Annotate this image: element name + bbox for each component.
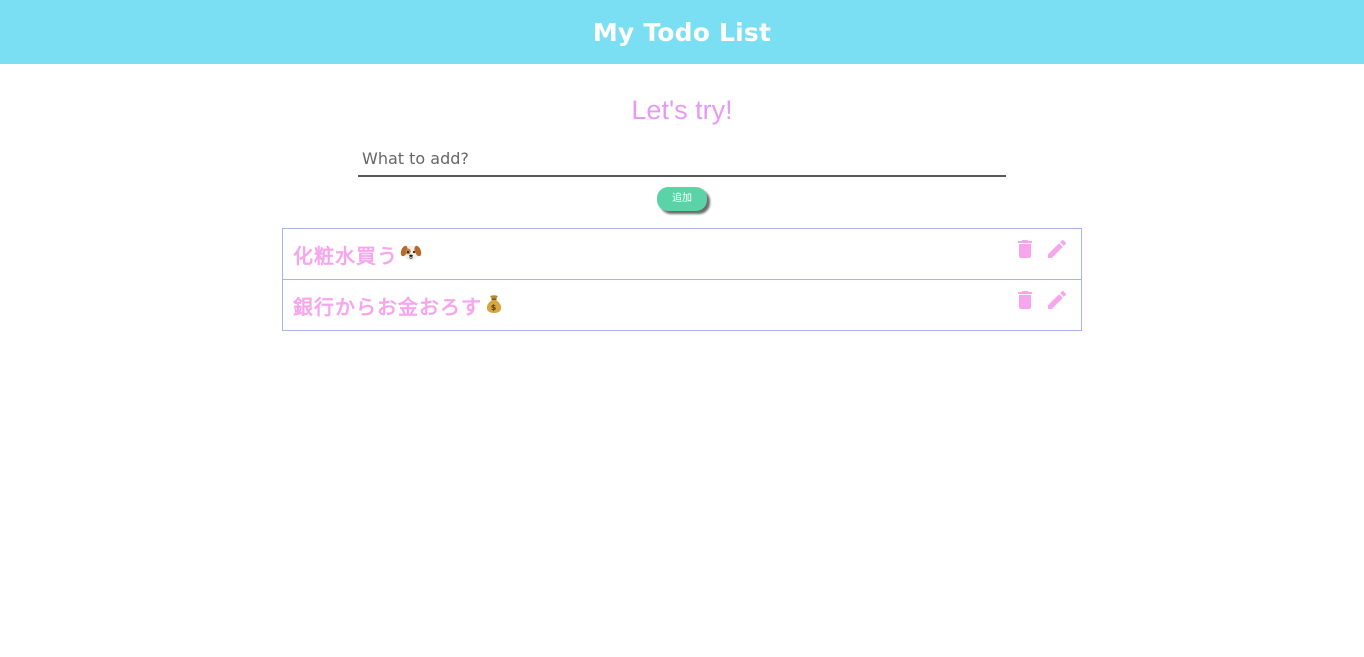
pencil-icon[interactable]	[1045, 288, 1069, 312]
trash-icon[interactable]	[1013, 288, 1037, 312]
todo-item-text-wrap: 化粧水買う	[293, 240, 422, 269]
pencil-icon[interactable]	[1045, 237, 1069, 261]
add-button-row: 追加	[0, 186, 1364, 211]
app-header: My Todo List	[0, 0, 1364, 64]
page-subtitle: Let's try!	[631, 95, 733, 125]
money-bag-icon: $	[484, 292, 504, 319]
todo-item: 銀行からお金おろす $	[282, 279, 1082, 331]
input-container	[358, 142, 1006, 177]
trash-icon[interactable]	[1013, 237, 1037, 261]
svg-text:$: $	[491, 303, 498, 312]
todo-item-actions	[1013, 288, 1069, 312]
todo-list: 化粧水買う 銀行からお金おろす $	[282, 228, 1082, 331]
todo-item-text-wrap: 銀行からお金おろす $	[293, 291, 504, 320]
todo-item-actions	[1013, 237, 1069, 261]
todo-input[interactable]	[358, 142, 1006, 177]
add-button[interactable]: 追加	[657, 187, 707, 211]
dog-face-icon	[400, 241, 422, 268]
todo-item-text: 銀行からお金おろす	[293, 294, 482, 319]
todo-item-text: 化粧水買う	[293, 243, 398, 268]
todo-item: 化粧水買う	[282, 228, 1082, 280]
app-title: My Todo List	[592, 17, 772, 47]
